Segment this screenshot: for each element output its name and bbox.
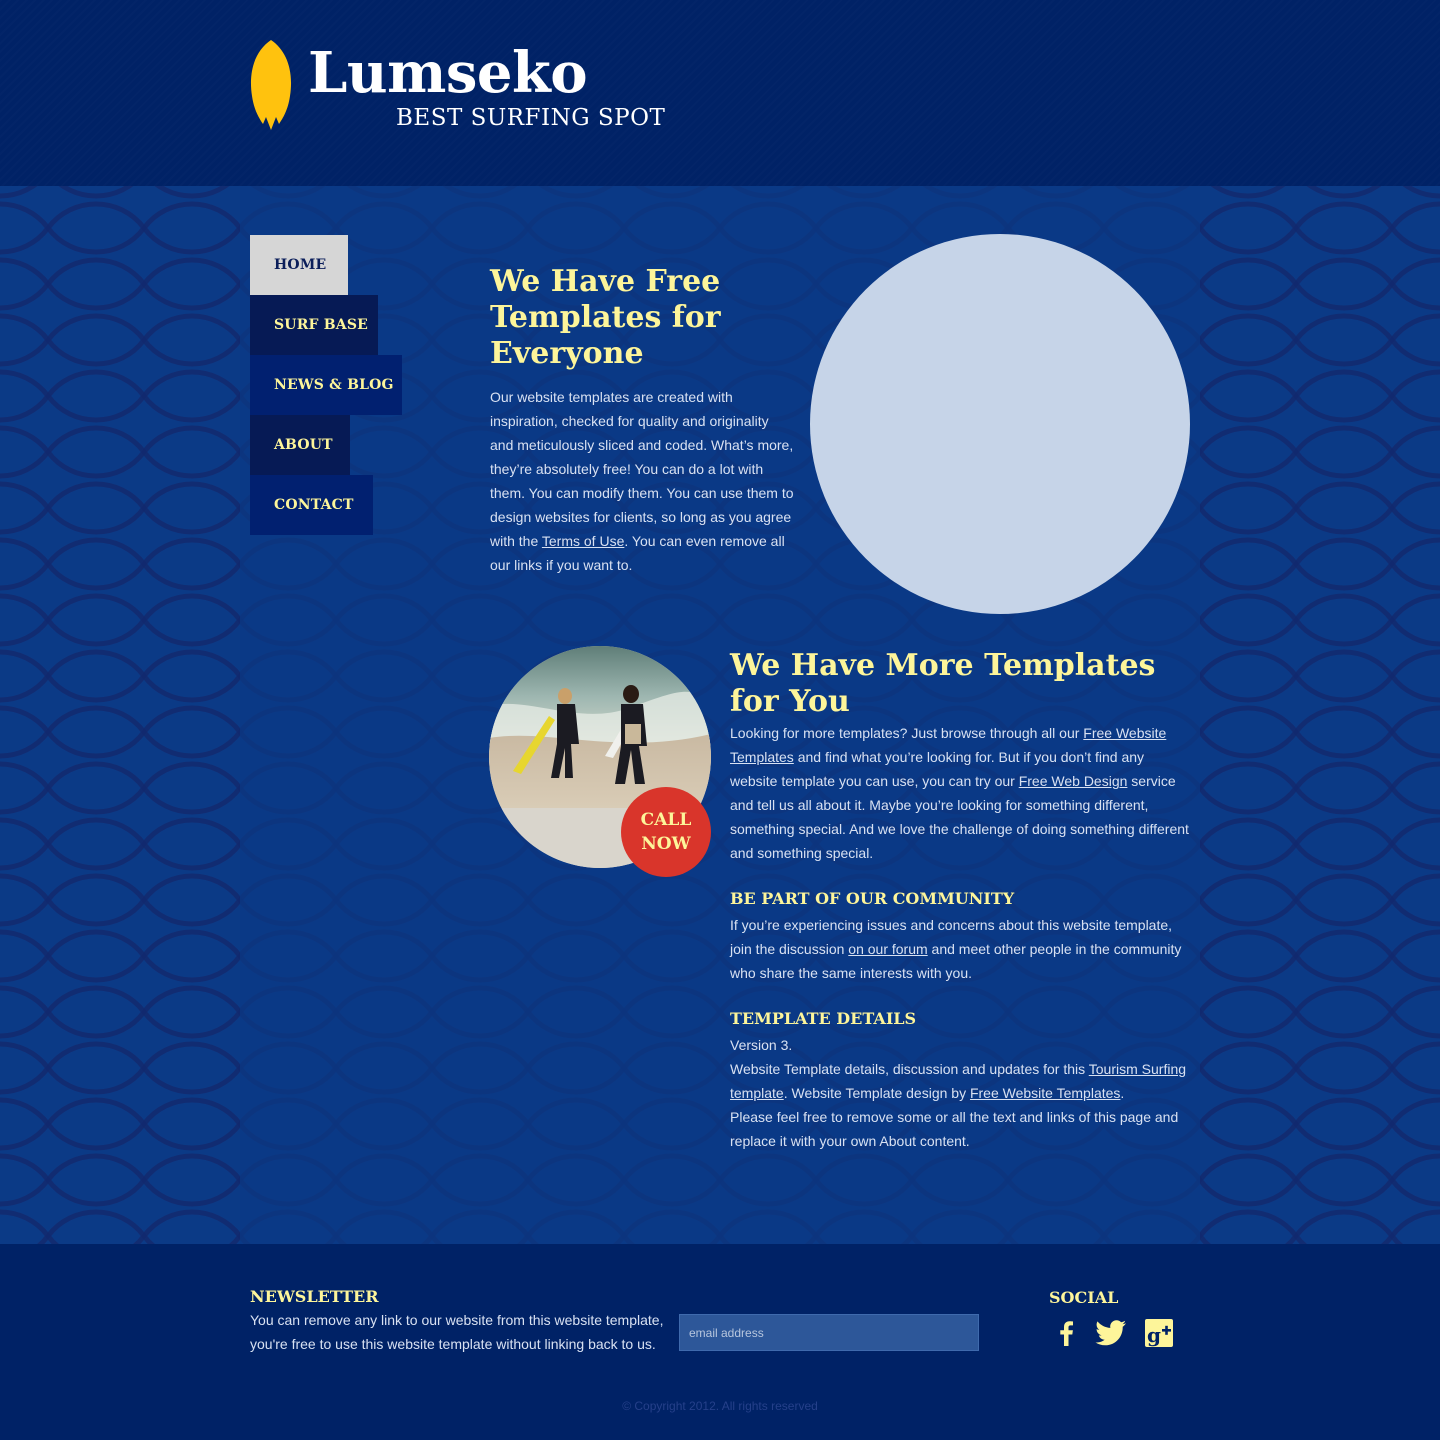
intro-paragraph: Our website templates are created with i…: [490, 389, 794, 573]
forum-link[interactable]: on our forum: [848, 941, 927, 957]
call-now-line1: CALL: [640, 810, 692, 830]
logo-tagline: BEST SURFING SPOT: [396, 105, 666, 131]
free-website-templates-credit-link[interactable]: Free Website Templates: [970, 1085, 1120, 1101]
google-plus-icon[interactable]: g: [1144, 1318, 1174, 1348]
terms-of-use-link[interactable]: Terms of Use: [542, 533, 624, 549]
call-now-button[interactable]: CALL NOW: [621, 787, 711, 877]
more-templates-paragraph: Looking for more templates? Just browse …: [730, 725, 1189, 861]
copyright-text: © Copyright 2012. All rights reserved: [622, 1399, 818, 1413]
facebook-icon[interactable]: [1052, 1318, 1082, 1348]
newsletter-text: You can remove any link to our website f…: [250, 1312, 664, 1352]
nav-item-home[interactable]: HOME: [250, 235, 348, 295]
surfboard-icon: [250, 40, 292, 130]
nav-item-news-blog[interactable]: NEWS & BLOG: [250, 355, 402, 415]
nav-item-surf-base[interactable]: SURF BASE: [250, 295, 378, 355]
newsletter-heading: NEWSLETTER: [250, 1287, 379, 1306]
more-templates-heading: We Have More Templates for You: [730, 648, 1156, 719]
site-header: [0, 0, 1440, 186]
intro-heading: We Have Free Templates for Everyone: [490, 264, 721, 371]
nav-item-about[interactable]: ABOUT: [250, 415, 350, 475]
nav-item-contact[interactable]: CONTACT: [250, 475, 373, 535]
logo-title[interactable]: Lumseko: [308, 38, 588, 108]
twitter-icon[interactable]: [1094, 1318, 1128, 1348]
template-details-paragraph: Version 3. Website Template details, disc…: [730, 1037, 1187, 1149]
community-paragraph: If you’re experiencing issues and concer…: [730, 917, 1182, 981]
social-heading: SOCIAL: [1049, 1288, 1119, 1307]
feature-image-placeholder: [810, 234, 1190, 614]
free-web-design-link[interactable]: Free Web Design: [1019, 773, 1128, 789]
svg-text:g: g: [1147, 1323, 1161, 1347]
newsletter-email-input[interactable]: [679, 1314, 979, 1351]
template-details-heading: TEMPLATE DETAILS: [730, 1009, 917, 1028]
call-now-line2: NOW: [641, 834, 691, 854]
community-heading: BE PART OF OUR COMMUNITY: [730, 889, 1015, 908]
